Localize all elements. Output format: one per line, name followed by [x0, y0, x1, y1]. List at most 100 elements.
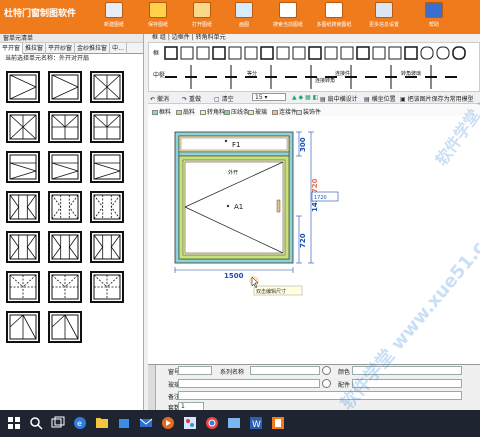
unit-thumbnail-13[interactable] [48, 231, 82, 263]
handle [276, 199, 281, 213]
unit-thumbnail-8[interactable] [90, 151, 124, 183]
app-window-icon[interactable] [226, 415, 242, 431]
legend-label: 转角料 [207, 109, 226, 116]
frame-shape-8[interactable] [292, 46, 306, 60]
left-tab-4[interactable]: 中… [110, 43, 128, 54]
frame-shape-17[interactable] [436, 46, 450, 60]
unit-thumbnail-18[interactable] [6, 311, 40, 343]
frame-shape-0[interactable] [164, 46, 178, 60]
clear-label: 清空 [221, 96, 234, 103]
window-drawing[interactable]: F1 A1 外开 300 1420 1720 720 1500 1720 双击编… [148, 116, 480, 364]
corner-label: 连接转角 [315, 77, 335, 84]
legend-bar: 框料 扇料 转角料 压线条 玻璃 连接件 装饰件 [148, 104, 480, 116]
unit-thumbnail-12[interactable] [6, 231, 40, 263]
frame-shape-6[interactable] [260, 46, 274, 60]
frame-shape-2[interactable] [196, 46, 210, 60]
legend-swatch [248, 110, 254, 115]
frame-shape-11[interactable] [340, 46, 354, 60]
size-select[interactable]: 15 ▾ [252, 93, 286, 101]
toolbar-button-6[interactable]: 更多信息设置 [362, 2, 406, 33]
frame-shape-16[interactable] [420, 46, 434, 60]
save-template-button[interactable]: ▣ 把该图片保存为常用模型 [400, 94, 474, 103]
frame-shape-10[interactable] [324, 46, 338, 60]
unit-thumbnail-9[interactable] [6, 191, 40, 223]
left-tab-2[interactable]: 平开纱窗 [46, 43, 76, 54]
glass-search-icon[interactable] [322, 379, 331, 388]
unit-thumbnail-2[interactable] [90, 71, 124, 103]
clear-button[interactable]: ▢ 清空 [214, 94, 234, 103]
task-view-icon[interactable] [50, 415, 66, 431]
frame-shape-13[interactable] [372, 46, 386, 60]
undo-button[interactable]: ↶ 撤消 [150, 94, 169, 103]
toolbar-button-2[interactable]: 打开图纸 [180, 2, 224, 33]
unit-thumbnail-6[interactable] [6, 151, 40, 183]
toolbar-button-3[interactable]: 画图 [222, 2, 266, 33]
toolbar-button-label: 更多信息设置 [368, 22, 399, 28]
toolbar-button-1[interactable]: 保存图纸 [136, 2, 180, 33]
unit-thumbnail-16[interactable] [48, 271, 82, 303]
door-window-app-icon[interactable] [270, 415, 286, 431]
frame-shape-7[interactable] [276, 46, 290, 60]
store-icon[interactable] [116, 415, 132, 431]
toolbar-button-label: 多图纸搜索图纸 [316, 22, 352, 28]
window-unit-icon [90, 271, 124, 303]
legend-swatch [200, 110, 206, 115]
frame-shape-12[interactable] [356, 46, 370, 60]
note-input[interactable] [178, 391, 462, 400]
media-icon[interactable] [160, 415, 176, 431]
mail-icon[interactable] [138, 415, 154, 431]
taskbar-search-icon[interactable] [28, 415, 44, 431]
frame-shape-9[interactable] [308, 46, 322, 60]
frame-shape-5[interactable] [244, 46, 258, 60]
left-tab-1[interactable]: 推拉窗 [23, 43, 47, 54]
unit-thumbnail-3[interactable] [6, 111, 40, 143]
series-search-icon[interactable] [322, 366, 331, 375]
connector-label: 连接件 [335, 70, 350, 77]
transom-label: F1 [232, 141, 240, 149]
unit-thumbnail-4[interactable] [48, 111, 82, 143]
windows-start-icon[interactable] [6, 415, 22, 431]
unit-thumbnail-0[interactable] [6, 71, 40, 103]
toolbar-button-0[interactable]: 新建图纸 [92, 2, 136, 33]
frame-shape-14[interactable] [388, 46, 402, 60]
unit-thumbnail-11[interactable] [90, 191, 124, 223]
edge-browser-icon[interactable]: e [72, 415, 88, 431]
tool-icons[interactable]: ▲ ◆ ▦ ◧ [292, 94, 318, 101]
toolbar-button-5[interactable]: 多图纸搜索图纸 [312, 2, 356, 33]
color-input[interactable] [352, 366, 462, 375]
unit-thumbnail-7[interactable] [48, 151, 82, 183]
word-icon[interactable]: W [248, 415, 264, 431]
left-tab-0[interactable]: 平开窗 [0, 43, 24, 54]
toolbar-button-4[interactable]: 搜索当前图纸 [266, 2, 310, 33]
svg-text:W: W [252, 420, 261, 430]
frame-shape-4[interactable] [228, 46, 242, 60]
position-button[interactable]: ▤ 横坐位置 [364, 94, 396, 103]
accessory-input[interactable] [352, 379, 462, 388]
toolbar-button-7[interactable]: 帮助 [412, 2, 456, 33]
unit-thumbnail-1[interactable] [48, 71, 82, 103]
chrome-icon[interactable] [204, 415, 220, 431]
frame-shape-1[interactable] [180, 46, 194, 60]
file-explorer-icon[interactable] [94, 415, 110, 431]
drawing-canvas[interactable]: F1 A1 外开 300 1420 1720 720 1500 1720 双击编… [148, 116, 480, 364]
unit-thumbnail-19[interactable] [48, 311, 82, 343]
unit-thumbnail-14[interactable] [90, 231, 124, 263]
frame-shape-18[interactable] [452, 46, 466, 60]
paint-icon[interactable] [182, 415, 198, 431]
undo-label: 撤消 [156, 96, 169, 103]
frame-shape-15[interactable] [404, 46, 418, 60]
series-name-input[interactable] [250, 366, 320, 375]
left-tab-3[interactable]: 金纱推拉窗 [75, 43, 111, 54]
glass-input[interactable] [178, 379, 320, 388]
unit-thumbnail-15[interactable] [6, 271, 40, 303]
sash-design-button[interactable]: ▤ 扇中横设计 [320, 94, 358, 103]
unit-thumbnail-17[interactable] [90, 271, 124, 303]
window-unit-icon [6, 311, 40, 343]
frame-shape-3[interactable] [212, 46, 226, 60]
window-unit-icon [90, 191, 124, 223]
unit-thumbnail-10[interactable] [48, 191, 82, 223]
mullion-row-label: 中梃 [153, 71, 165, 79]
window-no-input[interactable] [178, 366, 212, 375]
redo-button[interactable]: ↷ 重做 [182, 94, 201, 103]
unit-thumbnail-5[interactable] [90, 111, 124, 143]
